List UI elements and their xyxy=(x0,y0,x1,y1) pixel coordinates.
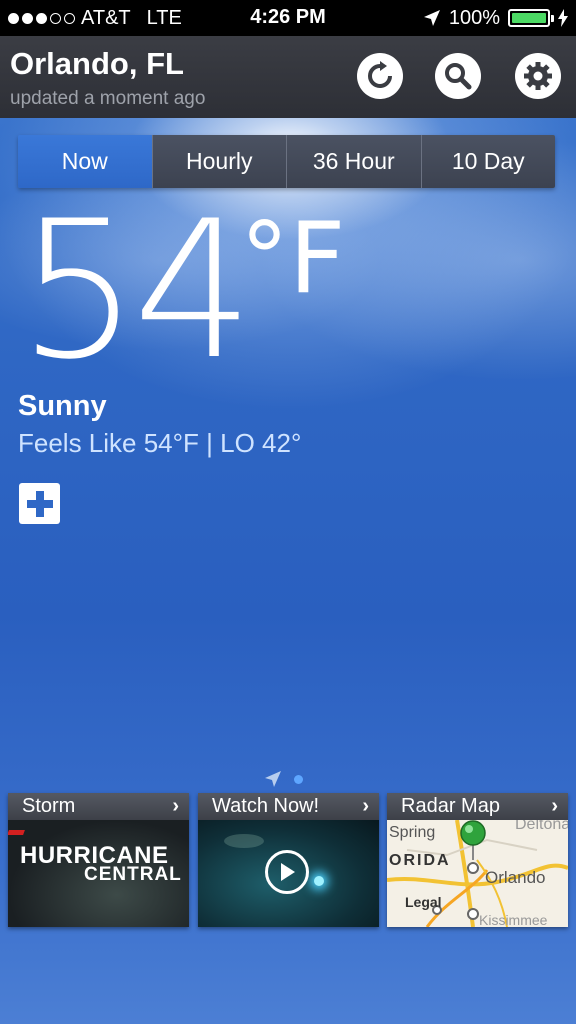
app-header: Orlando, FL updated a moment ago xyxy=(0,36,576,118)
map-label-spring: Spring xyxy=(389,824,436,841)
gear-icon xyxy=(524,62,552,90)
video-thumbnail xyxy=(198,820,379,927)
radar-card-header: Radar Map › xyxy=(387,793,568,820)
map-label-deltona: Deltona xyxy=(515,820,568,833)
current-temperature: 54 xyxy=(18,180,254,401)
map-label-florida: ORIDA xyxy=(389,852,451,869)
location-arrow-icon xyxy=(423,10,440,26)
watch-card-title: Watch Now! xyxy=(212,795,320,817)
brand-mark xyxy=(8,830,25,835)
tab-10-day[interactable]: 10 Day xyxy=(420,135,555,188)
temperature-unit: °F xyxy=(240,202,346,316)
search-icon xyxy=(445,63,472,90)
location-arrow-icon xyxy=(265,771,281,787)
radar-map-thumbnail: Spring ORIDA Orlando Legal Deltona Kissi… xyxy=(387,820,568,927)
status-bar: AT&T LTE 4:26 PM 100% xyxy=(0,0,576,36)
play-icon xyxy=(281,863,295,881)
play-button[interactable] xyxy=(265,850,309,894)
page-dot xyxy=(294,774,303,784)
tab-36-hour[interactable]: 36 Hour xyxy=(286,135,421,188)
storm-card-header: Storm › xyxy=(8,793,189,820)
radar-map-card[interactable]: Radar Map › Spring ORIDA Orlando Legal D… xyxy=(387,793,568,927)
plus-icon xyxy=(26,490,53,517)
city-name[interactable]: Orlando, FL xyxy=(10,46,184,82)
status-right: 100% xyxy=(423,0,568,36)
feels-like-label: Feels Like 54°F | LO 42° xyxy=(18,428,302,458)
updated-label: updated a moment ago xyxy=(10,88,206,109)
search-button[interactable] xyxy=(435,53,481,99)
hurricane-subtitle: CENTRAL xyxy=(84,864,182,885)
watch-card-header: Watch Now! › xyxy=(198,793,379,820)
settings-button[interactable] xyxy=(515,53,561,99)
map-label-orlando: Orlando xyxy=(485,868,546,887)
storm-card-title: Storm xyxy=(22,795,76,817)
refresh-button[interactable] xyxy=(357,53,403,99)
watch-now-card[interactable]: Watch Now! › xyxy=(198,793,379,927)
hurricane-central-thumbnail: HURRICANE CENTRAL xyxy=(8,820,189,927)
charging-bolt-icon xyxy=(558,9,568,27)
map-legal-link[interactable]: Legal xyxy=(405,894,442,910)
chevron-right-icon: › xyxy=(172,795,179,817)
chevron-right-icon: › xyxy=(551,795,558,817)
condition-label: Sunny xyxy=(18,390,107,422)
chevron-right-icon: › xyxy=(362,795,369,817)
map-label-kissimmee: Kissimmee xyxy=(479,912,548,927)
battery-icon xyxy=(508,9,554,27)
storm-card[interactable]: Storm › HURRICANE CENTRAL xyxy=(8,793,189,927)
page-indicator[interactable] xyxy=(264,770,303,788)
battery-percent: 100% xyxy=(448,6,500,29)
refresh-icon xyxy=(368,61,392,88)
radar-card-title: Radar Map xyxy=(401,795,500,817)
expand-details-button[interactable] xyxy=(19,483,60,524)
